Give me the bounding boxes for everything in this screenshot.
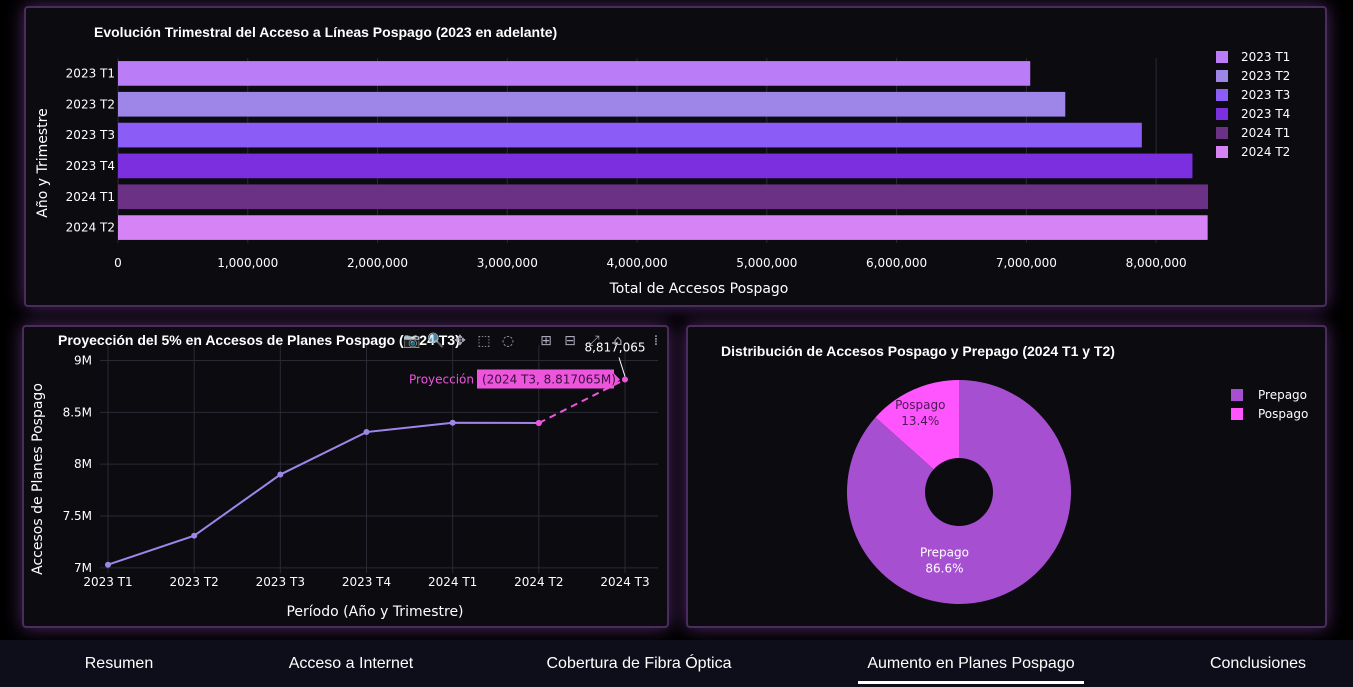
tab-aumento-pospago[interactable]: Aumento en Planes Pospago <box>858 640 1084 687</box>
bar-x-tick: 8,000,000 <box>1126 256 1187 270</box>
donut-legend-label: Pospago <box>1258 407 1308 421</box>
bar-legend-label: 2023 T1 <box>1241 50 1290 64</box>
bar-legend-swatch <box>1216 108 1228 120</box>
line-x-tick: 2023 T3 <box>256 575 305 589</box>
bar-x-axis-title: Total de Accesos Pospago <box>609 281 789 297</box>
bar-2024-t1 <box>118 184 1209 210</box>
line-y-axis-title: Accesos de Planes Pospago <box>30 383 46 575</box>
bar-x-tick: 0 <box>114 256 122 270</box>
donut-chart-panel: Distribución de Accesos Pospago y Prepag… <box>686 325 1327 628</box>
bar-legend-label: 2023 T2 <box>1241 69 1290 83</box>
donut-slice-percent: 86.6% <box>925 561 963 575</box>
bar-y-tick: 2023 T1 <box>66 66 115 80</box>
actual-series-line <box>107 421 539 566</box>
projection-series-point <box>622 376 628 383</box>
donut-legend-swatch <box>1231 408 1243 420</box>
box-select-icon[interactable]: ⬚ <box>474 331 494 351</box>
chart-modebar: 📷 🔍 ✥ ⬚ ◌ ⊞ ⊟ ⤢ ⌂ ⁞ <box>402 331 666 351</box>
line-x-tick: 2024 T3 <box>600 575 649 589</box>
line-chart: Proyección del 5% en Accesos de Planes P… <box>30 332 658 620</box>
bar-legend-swatch <box>1216 89 1228 101</box>
camera-icon[interactable]: 📷 <box>402 331 422 351</box>
bar-y-axis-title: Año y Trimestre <box>35 108 51 217</box>
tab-conclusiones[interactable]: Conclusiones <box>1196 640 1320 687</box>
pan-icon[interactable]: ✥ <box>450 331 470 351</box>
bar-legend-label: 2024 T1 <box>1241 126 1290 140</box>
bar-y-tick: 2023 T4 <box>66 159 115 173</box>
line-x-tick: 2024 T1 <box>428 575 477 589</box>
hover-value: (2024 T3, 8.817065M) <box>482 373 616 387</box>
donut-slice-label: Prepago <box>920 545 969 559</box>
line-chart-panel: Proyección del 5% en Accesos de Planes P… <box>22 325 669 628</box>
tab-resumen[interactable]: Resumen <box>60 640 178 687</box>
bar-chart-panel: Evolución Trimestral del Acceso a Líneas… <box>24 6 1327 307</box>
bar-x-tick: 1,000,000 <box>217 256 278 270</box>
bar-x-tick: 4,000,000 <box>607 256 668 270</box>
donut-slice-percent: 13.4% <box>901 414 939 428</box>
bar-legend-label: 2024 T2 <box>1241 145 1290 159</box>
actual-series-point <box>105 561 111 568</box>
reset-axes-icon[interactable]: ⌂ <box>608 331 628 351</box>
actual-series-point <box>363 429 370 436</box>
bar-2023-t1 <box>118 61 1031 86</box>
line-y-tick: 8M <box>74 457 92 471</box>
actual-series-point <box>449 419 456 426</box>
donut-legend-label: Prepago <box>1258 388 1307 402</box>
bar-x-tick: 6,000,000 <box>866 256 927 270</box>
line-y-tick: 9M <box>74 354 92 368</box>
bar-chart: Evolución Trimestral del Acceso a Líneas… <box>35 24 1290 297</box>
lasso-icon[interactable]: ◌ <box>498 331 518 351</box>
bar-legend-swatch <box>1216 146 1228 158</box>
donut-legend-swatch <box>1231 389 1243 401</box>
bar-chart-title: Evolución Trimestral del Acceso a Líneas… <box>94 24 557 40</box>
plotly-logo-icon[interactable]: ⁞ <box>646 331 666 351</box>
bar-y-tick: 2023 T2 <box>66 97 115 111</box>
line-x-tick: 2023 T2 <box>170 575 219 589</box>
bar-2023-t2 <box>118 91 1066 117</box>
bar-x-tick: 7,000,000 <box>996 256 1057 270</box>
tab-acceso-internet[interactable]: Acceso a Internet <box>270 640 432 687</box>
bar-2023-t4 <box>118 153 1193 179</box>
bar-legend-swatch <box>1216 70 1228 82</box>
line-chart-title: Proyección del 5% en Accesos de Planes P… <box>58 332 460 348</box>
zoom-out-icon[interactable]: ⊟ <box>560 331 580 351</box>
bar-y-tick: 2024 T2 <box>66 221 115 235</box>
bar-legend-label: 2023 T4 <box>1241 107 1290 121</box>
donut-chart-title: Distribución de Accesos Pospago y Prepag… <box>721 343 1115 359</box>
tab-cobertura-fibra[interactable]: Cobertura de Fibra Óptica <box>538 640 740 687</box>
bar-y-tick: 2023 T3 <box>66 128 115 142</box>
zoom-in-icon[interactable]: ⊞ <box>536 331 556 351</box>
donut-slice-label: Pospago <box>895 398 945 412</box>
bar-legend-swatch <box>1216 127 1228 139</box>
hover-series-name: Proyección <box>409 373 474 387</box>
projection-series-point <box>535 420 542 427</box>
donut-chart: Distribución de Accesos Pospago y Prepag… <box>721 343 1308 604</box>
bar-x-tick: 3,000,000 <box>477 256 538 270</box>
bar-2024-t2 <box>118 215 1208 240</box>
bar-x-tick: 5,000,000 <box>736 256 797 270</box>
line-y-tick: 7.5M <box>63 509 92 523</box>
zoom-icon[interactable]: 🔍 <box>426 331 446 351</box>
line-x-tick: 2024 T2 <box>514 575 563 589</box>
autoscale-icon[interactable]: ⤢ <box>584 331 604 351</box>
line-x-tick: 2023 T1 <box>83 575 132 589</box>
line-x-axis-title: Período (Año y Trimestre) <box>286 604 463 620</box>
bar-x-tick: 2,000,000 <box>347 256 408 270</box>
actual-series-point <box>191 532 198 539</box>
line-x-tick: 2023 T4 <box>342 575 391 589</box>
navigation-tab-bar: Resumen Acceso a Internet Cobertura de F… <box>0 640 1353 687</box>
line-y-tick: 8.5M <box>63 405 92 419</box>
bar-y-tick: 2024 T1 <box>66 190 115 204</box>
actual-series-point <box>277 471 284 478</box>
line-y-tick: 7M <box>74 561 92 575</box>
bar-legend-label: 2023 T3 <box>1241 88 1290 102</box>
bar-legend-swatch <box>1216 51 1228 63</box>
bar-2023-t3 <box>118 122 1142 148</box>
